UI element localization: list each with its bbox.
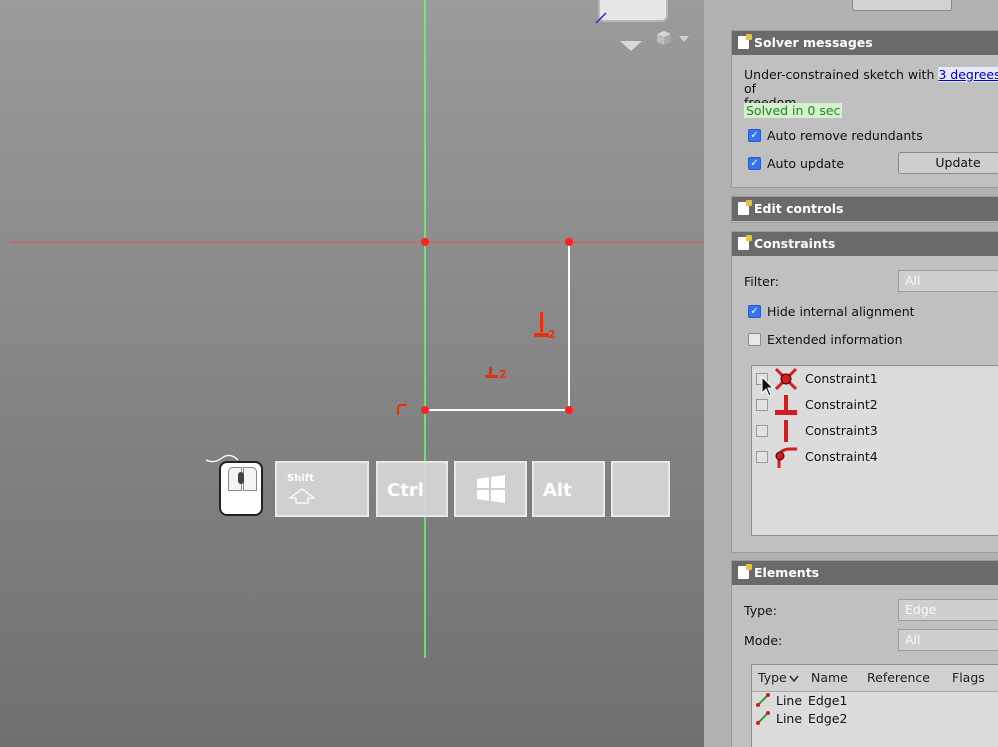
column-header-name[interactable]: Name bbox=[811, 670, 848, 685]
vertical-constraint-index: 2 bbox=[548, 328, 556, 341]
constraint-label: Constraint1 bbox=[805, 371, 878, 386]
constraints-header[interactable]: Constraints bbox=[732, 232, 998, 256]
hide-internal-alignment-checkbox[interactable]: ✓ bbox=[748, 305, 761, 318]
solver-messages-title: Solver messages bbox=[754, 35, 873, 50]
vertical-constraint-marker[interactable] bbox=[534, 312, 549, 337]
table-row[interactable]: Line Edge1 bbox=[752, 692, 998, 710]
elements-table-header: Type Name Reference Flags bbox=[752, 665, 998, 692]
auto-update-checkbox[interactable]: ✓ bbox=[748, 157, 761, 170]
auto-remove-redundants-label: Auto remove redundants bbox=[767, 128, 923, 143]
solver-status-text: Solved in 0 sec bbox=[744, 103, 843, 118]
elements-group: Elements Type: Edge Mode: All Type Name … bbox=[731, 560, 998, 747]
elements-table[interactable]: Type Name Reference Flags Line Edge1 Lin… bbox=[751, 664, 998, 747]
filter-dropdown[interactable]: All bbox=[898, 270, 998, 292]
constraint-label: Constraint3 bbox=[805, 423, 878, 438]
line-element-icon bbox=[756, 693, 770, 707]
column-header-type[interactable]: Type bbox=[758, 670, 787, 685]
solver-message-suffix: of bbox=[744, 81, 757, 96]
element-mode-label: Mode: bbox=[744, 633, 783, 648]
element-name-cell: Edge1 bbox=[808, 693, 848, 708]
elements-header[interactable]: Elements bbox=[732, 561, 998, 585]
panel-note-icon bbox=[738, 200, 752, 215]
edit-controls-title: Edit controls bbox=[754, 201, 844, 216]
hide-internal-alignment-label: Hide internal alignment bbox=[767, 304, 915, 319]
edit-controls-header[interactable]: Edit controls bbox=[732, 197, 998, 221]
point-on-object-icon bbox=[775, 447, 797, 468]
element-name-cell: Edge2 bbox=[808, 711, 848, 726]
edit-controls-group: Edit controls bbox=[731, 196, 998, 223]
panel-note-icon bbox=[738, 235, 752, 250]
mouse-cursor-icon bbox=[761, 376, 775, 397]
constraint-visibility-checkbox[interactable] bbox=[756, 451, 768, 463]
sort-chevron-down-icon[interactable] bbox=[789, 675, 799, 683]
auto-update-label: Auto update bbox=[767, 156, 845, 171]
element-type-cell: Line bbox=[776, 711, 803, 726]
auto-remove-redundants-checkbox[interactable]: ✓ bbox=[748, 129, 761, 142]
coincident-icon bbox=[774, 367, 798, 391]
list-item[interactable]: Constraint3 bbox=[752, 419, 998, 443]
horizontal-constraint-index: 2 bbox=[499, 368, 507, 381]
solver-status: Solved in 0 sec bbox=[744, 103, 843, 118]
line-element-icon bbox=[756, 711, 770, 725]
constraint-visibility-checkbox[interactable] bbox=[756, 399, 768, 411]
extended-information-label: Extended information bbox=[767, 332, 903, 347]
sketch-point-top-right[interactable] bbox=[565, 238, 573, 246]
panel-note-icon bbox=[738, 34, 752, 49]
list-item[interactable]: Constraint1 bbox=[752, 367, 998, 391]
task-panel: Solver messages Under-constrained sketch… bbox=[704, 0, 998, 747]
constraint-visibility-checkbox[interactable] bbox=[756, 425, 768, 437]
element-type-cell: Line bbox=[776, 693, 803, 708]
sketch-point-bottom-left[interactable] bbox=[421, 406, 429, 414]
element-type-label: Type: bbox=[744, 603, 777, 618]
panel-note-icon bbox=[738, 564, 752, 579]
solver-messages-header[interactable]: Solver messages bbox=[732, 31, 998, 55]
origin-point[interactable] bbox=[421, 238, 429, 246]
list-item[interactable]: Constraint4 bbox=[752, 445, 998, 469]
extended-information-checkbox[interactable] bbox=[748, 333, 761, 346]
nav-cube-menu-cube-icon[interactable] bbox=[655, 30, 673, 46]
element-mode-dropdown[interactable]: All bbox=[898, 629, 998, 651]
table-row[interactable]: Line Edge2 bbox=[752, 710, 998, 728]
navigation-cube-icon[interactable] bbox=[598, 0, 668, 22]
point-on-object-marker[interactable] bbox=[397, 404, 407, 415]
nav-cube-menu-arrow-icon[interactable] bbox=[679, 36, 689, 42]
top-panel-button[interactable] bbox=[852, 0, 952, 11]
list-item[interactable]: Constraint2 bbox=[752, 393, 998, 417]
constraints-list[interactable]: Constraint1 Constraint2 Constraint3 Cons… bbox=[751, 365, 998, 536]
element-type-dropdown[interactable]: Edge bbox=[898, 599, 998, 621]
solver-message-prefix: Under-constrained sketch with bbox=[744, 67, 935, 82]
column-header-flags[interactable]: Flags bbox=[952, 670, 985, 685]
3d-viewport[interactable]: 2 2 Shift Ctrl Alt bbox=[0, 0, 704, 747]
elements-title: Elements bbox=[754, 565, 820, 580]
vertical-constraint-icon bbox=[784, 420, 788, 442]
horizontal-constraint-icon bbox=[775, 395, 797, 415]
nav-cube-rotate-down-icon[interactable] bbox=[620, 41, 642, 51]
column-header-reference[interactable]: Reference bbox=[867, 670, 930, 685]
degrees-of-freedom-link[interactable]: 3 degrees bbox=[938, 67, 998, 82]
solver-messages-group: Solver messages Under-constrained sketch… bbox=[731, 30, 998, 188]
axis-indicator-icon bbox=[595, 12, 607, 24]
horizontal-constraint-marker[interactable] bbox=[485, 367, 498, 378]
sketch-scene[interactable]: 2 2 bbox=[0, 0, 704, 747]
constraint-label: Constraint2 bbox=[805, 397, 878, 412]
constraints-title: Constraints bbox=[754, 236, 836, 251]
sketch-point-bottom-right[interactable] bbox=[565, 406, 573, 414]
filter-label: Filter: bbox=[744, 274, 779, 289]
update-button[interactable]: Update bbox=[898, 152, 998, 174]
constraint-label: Constraint4 bbox=[805, 449, 878, 464]
